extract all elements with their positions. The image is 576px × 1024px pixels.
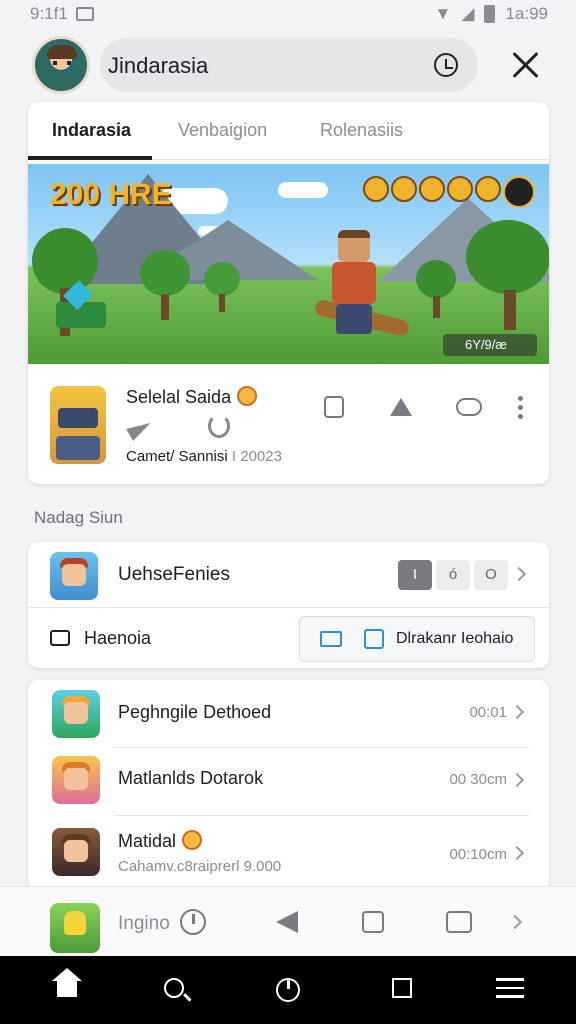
search-icon[interactable] xyxy=(164,978,184,998)
battery-icon xyxy=(484,5,496,23)
chevron-right-icon[interactable] xyxy=(509,772,525,788)
status-right: ▼ ◢ 1a:99 xyxy=(435,4,548,24)
tab-rolenasiis[interactable]: Rolenasiis xyxy=(320,120,403,141)
list-item-time: 00 30cm xyxy=(449,771,507,788)
chip-3[interactable]: O xyxy=(474,560,508,590)
coin-icon xyxy=(363,176,389,202)
game-title-text: Selelal Saida xyxy=(126,387,232,407)
game-info-row[interactable]: Selelal Saida Camet/ Sannisi I 20023 xyxy=(28,364,549,484)
list-item-title: Matlanlds Dotarok xyxy=(118,768,264,788)
list-item-time: 00:01 xyxy=(469,704,507,721)
chip-1[interactable]: I xyxy=(398,560,432,590)
recent-apps-icon[interactable] xyxy=(392,978,412,998)
notification-icon xyxy=(75,7,94,21)
game-year: I 20023 xyxy=(231,448,282,465)
treasure-chest xyxy=(56,280,106,328)
section-label: Nadag Siun xyxy=(34,508,123,527)
coin-icon xyxy=(419,176,445,202)
recent-list: Peghngile Dethoed 00:01 Matlanlds Dotaro… xyxy=(28,680,549,890)
save-icon[interactable] xyxy=(324,396,344,418)
list-item-title-text: Matidal xyxy=(118,831,177,851)
chevron-right-icon[interactable] xyxy=(509,845,525,861)
list-item-icon xyxy=(52,828,100,876)
mini-player-bar: Ingino xyxy=(0,886,576,956)
list-item-title: Matidal xyxy=(118,830,203,852)
coin-icon xyxy=(447,176,473,202)
status-bar: 9:1f1 ▼ ◢ 1a:99 xyxy=(0,0,576,28)
tab-bar: Indarasia Venbaigion Rolenasiis xyxy=(28,102,549,160)
game-subtitle: Camet/ Sannisi I 20023 xyxy=(126,448,282,465)
link-icon[interactable] xyxy=(456,398,482,416)
close-icon[interactable] xyxy=(506,46,546,86)
chip-2[interactable]: ó xyxy=(436,560,470,590)
list-item-title: Peghngile Dethoed xyxy=(118,702,272,722)
cloud xyxy=(278,182,328,198)
send-icon[interactable] xyxy=(128,418,152,438)
list-item-subtitle: Cahamv.c8raiprerl 9.000 xyxy=(118,858,282,875)
list-item[interactable]: Peghngile Dethoed 00:01 xyxy=(28,680,549,748)
system-nav-bar xyxy=(0,956,576,1024)
list-item[interactable]: Matidal Cahamv.c8raiprerl 9.000 00:10cm xyxy=(28,816,549,890)
game-character xyxy=(313,230,411,338)
chevron-right-icon[interactable] xyxy=(509,704,525,720)
tab-venbaigion[interactable]: Venbaigion xyxy=(178,120,267,141)
list-item-icon xyxy=(52,756,100,804)
chevron-right-icon[interactable] xyxy=(507,914,523,930)
home-icon[interactable] xyxy=(52,968,82,1000)
game-app-icon[interactable] xyxy=(50,386,106,464)
collection-app-icon[interactable] xyxy=(50,552,98,600)
game-author: Camet/ Sannisi xyxy=(126,448,228,465)
history-icon[interactable] xyxy=(434,53,458,77)
download-button-label: Dlrakanr Ieohaio xyxy=(396,630,514,647)
tab-indarasia[interactable]: Indarasia xyxy=(52,120,131,141)
banner-badge: 200 HRE xyxy=(50,178,172,211)
score-tag: 6Y/9/æ xyxy=(443,334,537,356)
send-back-icon[interactable] xyxy=(276,911,298,933)
collection-header[interactable]: UehseFenies I ó O xyxy=(28,542,549,608)
list-icon xyxy=(364,629,384,649)
search-input[interactable]: Jindarasia xyxy=(100,38,478,92)
search-row: Jindarasia xyxy=(0,34,576,96)
status-clock: 1a:99 xyxy=(505,4,548,23)
avatar-hair xyxy=(47,45,77,59)
currency-row xyxy=(363,176,535,208)
coin-icon xyxy=(475,176,501,202)
search-query: Jindarasia xyxy=(108,53,209,78)
active-tab-indicator xyxy=(28,156,152,160)
paw-icon[interactable] xyxy=(208,414,230,438)
game-title: Selelal Saida xyxy=(126,386,258,408)
folder-label: Haenoia xyxy=(84,628,152,648)
book-icon xyxy=(320,631,342,647)
game-banner[interactable]: 200 HRE 6Y/9/æ xyxy=(28,164,549,364)
collection-folder[interactable]: Haenoia xyxy=(50,628,151,649)
coin-icon xyxy=(391,176,417,202)
wifi-icon: ▼ xyxy=(434,4,452,23)
status-left: 9:1f1 xyxy=(30,4,94,24)
collection-card: UehseFenies I ó O Haenoia Dlrakanr Ieoha… xyxy=(28,542,549,668)
download-button[interactable]: Dlrakanr Ieohaio xyxy=(299,616,535,662)
status-time: 9:1f1 xyxy=(30,4,68,23)
featured-card: Indarasia Venbaigion Rolenasiis 200 HRE … xyxy=(28,102,549,484)
chevron-right-icon[interactable] xyxy=(511,566,527,582)
power-icon[interactable] xyxy=(276,978,300,1002)
chart-icon[interactable] xyxy=(446,911,472,933)
mini-player-label: Ingino xyxy=(118,913,170,934)
trophy-icon xyxy=(503,176,535,208)
mini-player-app-icon[interactable] xyxy=(50,903,100,953)
folder-icon xyxy=(50,630,70,646)
signal-icon: ◢ xyxy=(461,4,475,23)
avatar[interactable] xyxy=(32,36,90,94)
collection-title: UehseFenies xyxy=(118,564,230,585)
list-item[interactable]: Matlanlds Dotarok 00 30cm xyxy=(28,748,549,816)
list-item-time: 00:10cm xyxy=(449,846,507,863)
smiley-icon xyxy=(182,830,203,850)
screen-icon[interactable] xyxy=(362,911,384,933)
menu-icon[interactable] xyxy=(496,978,524,1000)
share-icon[interactable] xyxy=(390,398,412,416)
smiley-icon xyxy=(237,386,258,406)
more-options-icon[interactable] xyxy=(518,396,524,420)
avatar-eyes xyxy=(53,61,71,65)
list-item-icon xyxy=(52,690,100,738)
timer-icon[interactable] xyxy=(180,909,206,935)
